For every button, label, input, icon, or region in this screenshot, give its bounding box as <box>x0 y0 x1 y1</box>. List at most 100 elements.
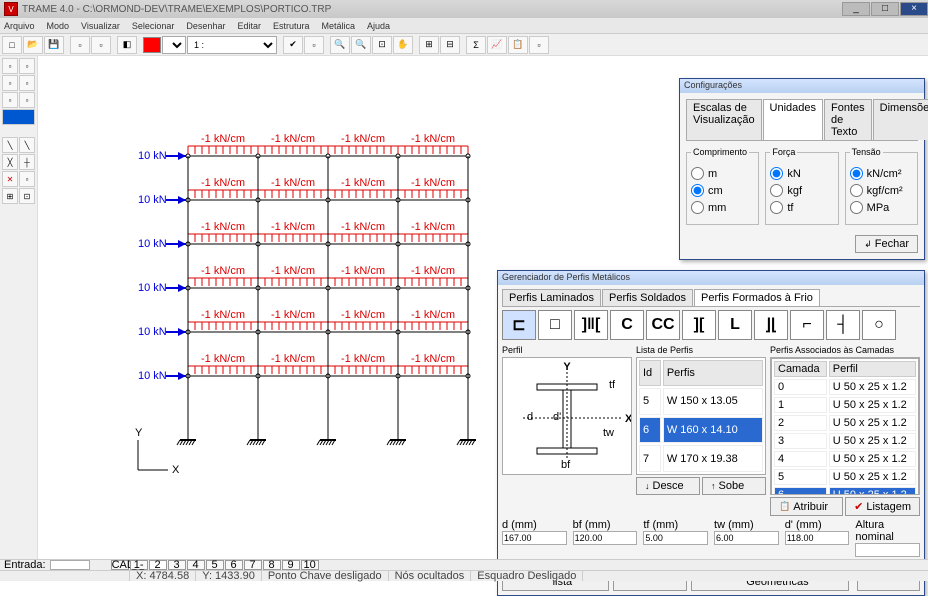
shape-circle-icon[interactable]: ○ <box>862 310 896 340</box>
vtool-2-icon[interactable]: ▫ <box>19 58 35 74</box>
profile-row[interactable]: 7W 170 x 19.38 <box>639 445 763 472</box>
zoom-out-icon[interactable]: 🔍 <box>351 36 371 54</box>
misc-2-icon[interactable]: ⊟ <box>440 36 460 54</box>
atribuir-button[interactable]: 📋 Atribuir <box>770 497 843 516</box>
listagem-button[interactable]: ✔ Listagem <box>845 497 920 516</box>
zoom-fit-icon[interactable]: ⊡ <box>372 36 392 54</box>
zoom-in-icon[interactable]: 🔍 <box>330 36 350 54</box>
entry-tab[interactable]: 3 <box>168 560 186 570</box>
check-icon[interactable]: ✔ <box>283 36 303 54</box>
menu-arquivo[interactable]: Arquivo <box>4 21 35 31</box>
dim-input[interactable] <box>643 531 708 545</box>
shape-2u-icon[interactable]: ]‖[ <box>574 310 608 340</box>
vtool-9-icon[interactable]: ╳ <box>2 154 18 170</box>
dim-input[interactable] <box>714 531 779 545</box>
vtool-13-icon[interactable]: ⊞ <box>2 188 18 204</box>
radio-mm[interactable] <box>691 201 704 214</box>
entry-input[interactable] <box>50 560 90 570</box>
menu-editar[interactable]: Editar <box>237 21 261 31</box>
tab-dimensoes[interactable]: Dimensões <box>873 99 928 140</box>
entry-tab[interactable]: 7 <box>244 560 262 570</box>
layer-list-table[interactable]: CamadaPerfil 0U 50 x 25 x 1.21U 50 x 25 … <box>771 358 919 495</box>
layer-combo-1[interactable]: 1 : <box>162 36 186 54</box>
sobe-button[interactable]: ↑ Sobe <box>702 477 766 495</box>
tab-fontes[interactable]: Fontes de Texto <box>824 99 872 140</box>
shape-box-icon[interactable]: □ <box>538 310 572 340</box>
entry-tab[interactable]: 5 <box>206 560 224 570</box>
menu-ajuda[interactable]: Ajuda <box>367 21 390 31</box>
tab-soldados[interactable]: Perfis Soldados <box>602 289 693 306</box>
report-icon[interactable]: 📋 <box>508 36 528 54</box>
graph-icon[interactable]: 📈 <box>487 36 507 54</box>
misc-1-icon[interactable]: ⊞ <box>419 36 439 54</box>
tool-c-icon[interactable]: ◧ <box>117 36 137 54</box>
profile-row[interactable]: 5W 150 x 13.05 <box>639 388 763 415</box>
menu-visualizar[interactable]: Visualizar <box>81 21 120 31</box>
profile-row[interactable]: 6W 160 x 14.10 <box>639 417 763 444</box>
menu-modo[interactable]: Modo <box>47 21 70 31</box>
shape-2cb-icon[interactable]: ][ <box>682 310 716 340</box>
menu-desenhar[interactable]: Desenhar <box>186 21 225 31</box>
menu-estrutura[interactable]: Estrutura <box>273 21 310 31</box>
dim-input[interactable] <box>785 531 850 545</box>
radio-kgf[interactable] <box>770 184 783 197</box>
radio-kncm2[interactable] <box>850 167 863 180</box>
layer-row[interactable]: 1U 50 x 25 x 1.2 <box>774 397 916 413</box>
shape-z-icon[interactable]: ⌐ <box>790 310 824 340</box>
close-button[interactable]: × <box>900 2 928 16</box>
layer-row[interactable]: 0U 50 x 25 x 1.2 <box>774 379 916 395</box>
shape-2l-icon[interactable]: ⌋⌊ <box>754 310 788 340</box>
profile-list-table[interactable]: IdPerfis 5W 150 x 13.056W 160 x 14.107W … <box>636 357 766 475</box>
menu-metalica[interactable]: Metálica <box>321 21 355 31</box>
open-icon[interactable]: 📂 <box>23 36 43 54</box>
vtool-1-icon[interactable]: ▫ <box>2 58 18 74</box>
maximize-button[interactable]: □ <box>871 2 899 16</box>
vtool-4-icon[interactable]: ▫ <box>19 75 35 91</box>
vtool-11-icon[interactable]: ✕ <box>2 171 18 187</box>
tool-d-icon[interactable]: ▫ <box>304 36 324 54</box>
tool-a-icon[interactable]: ▫ <box>70 36 90 54</box>
color-swatch[interactable] <box>143 37 161 53</box>
radio-tf[interactable] <box>770 201 783 214</box>
vtool-blue-icon[interactable] <box>2 109 35 125</box>
layer-row[interactable]: 4U 50 x 25 x 1.2 <box>774 451 916 467</box>
radio-kn[interactable] <box>770 167 783 180</box>
entry-tab[interactable]: 10 <box>301 560 319 570</box>
new-icon[interactable]: □ <box>2 36 22 54</box>
shape-l-icon[interactable]: L <box>718 310 752 340</box>
pan-icon[interactable]: ✋ <box>393 36 413 54</box>
vtool-8-icon[interactable]: ╲ <box>19 137 35 153</box>
entry-tab[interactable]: 6 <box>225 560 243 570</box>
layer-row[interactable]: 2U 50 x 25 x 1.2 <box>774 415 916 431</box>
layer-combo-2[interactable]: 1 : <box>187 36 277 54</box>
radio-mpa[interactable] <box>850 201 863 214</box>
shape-u-icon[interactable]: ⊏ <box>502 310 536 340</box>
vtool-7-icon[interactable]: ╲ <box>2 137 18 153</box>
shape-2c-icon[interactable]: CC <box>646 310 680 340</box>
tab-formados-frio[interactable]: Perfis Formados à Frio <box>694 289 820 306</box>
entry-tab[interactable]: 4 <box>187 560 205 570</box>
layer-row[interactable]: 3U 50 x 25 x 1.2 <box>774 433 916 449</box>
radio-kgfcm2[interactable] <box>850 184 863 197</box>
desce-button[interactable]: ↓ Desce <box>636 477 700 495</box>
vtool-10-icon[interactable]: ┼ <box>19 154 35 170</box>
layer-row[interactable]: 6U 50 x 25 x 1.2 <box>774 487 916 495</box>
config-close-button[interactable]: ↲ Fechar <box>855 235 918 253</box>
vtool-3-icon[interactable]: ▫ <box>2 75 18 91</box>
vtool-14-icon[interactable]: ⊡ <box>19 188 35 204</box>
entry-tab[interactable]: 1-PP <box>130 560 148 570</box>
entry-tab[interactable]: CAD <box>111 560 129 570</box>
menu-selecionar[interactable]: Selecionar <box>132 21 175 31</box>
vtool-6-icon[interactable]: ▫ <box>19 92 35 108</box>
dim-input[interactable] <box>855 543 920 557</box>
layer-row[interactable]: 5U 50 x 25 x 1.2 <box>774 469 916 485</box>
calc-icon[interactable]: Σ <box>466 36 486 54</box>
dim-input[interactable] <box>502 531 567 545</box>
dim-input[interactable] <box>573 531 638 545</box>
vtool-5-icon[interactable]: ▫ <box>2 92 18 108</box>
entry-tab[interactable]: 8 <box>263 560 281 570</box>
entry-tab[interactable]: 2 <box>149 560 167 570</box>
entry-tab[interactable]: 9 <box>282 560 300 570</box>
shape-t-icon[interactable]: ┤ <box>826 310 860 340</box>
radio-cm[interactable] <box>691 184 704 197</box>
